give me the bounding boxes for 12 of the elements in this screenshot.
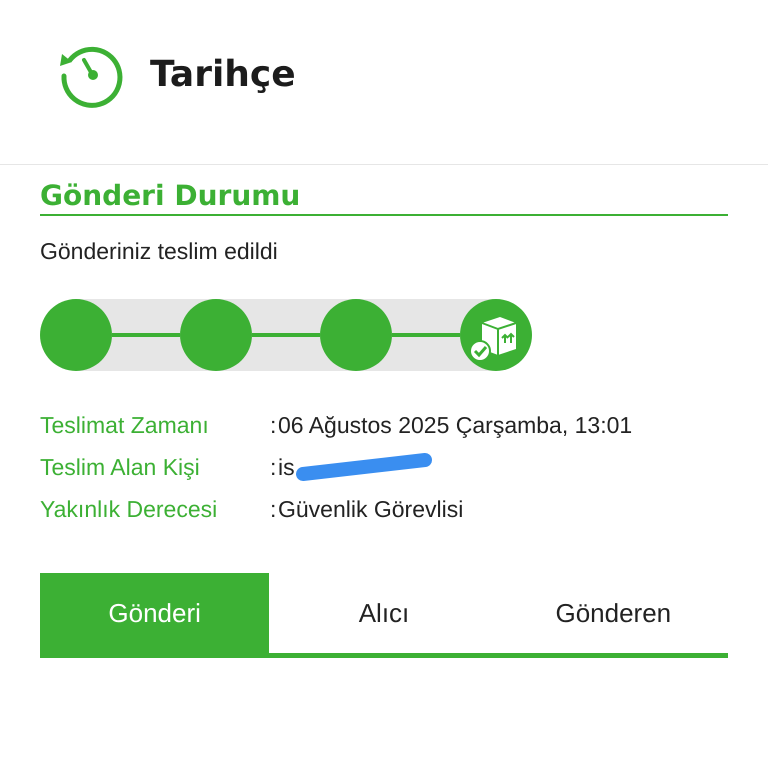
detail-value: Güvenlik Görevlisi: [278, 495, 464, 524]
status-text: Gönderiniz teslim edildi: [40, 238, 279, 265]
colon: :: [270, 496, 278, 522]
page-title: Tarihçe: [150, 54, 296, 94]
section-title: Gönderi Durumu: [40, 179, 728, 216]
colon: :: [270, 412, 278, 438]
colon: :: [270, 454, 278, 480]
detail-label: Teslim Alan Kişi: [40, 453, 201, 482]
detail-label: Yakınlık Derecesi: [40, 495, 218, 524]
detail-value: 06 Ağustos 2025 Çarşamba, 13:01: [278, 411, 632, 440]
detail-value: is: [278, 453, 295, 482]
detail-label: Teslimat Zamanı: [40, 411, 210, 440]
